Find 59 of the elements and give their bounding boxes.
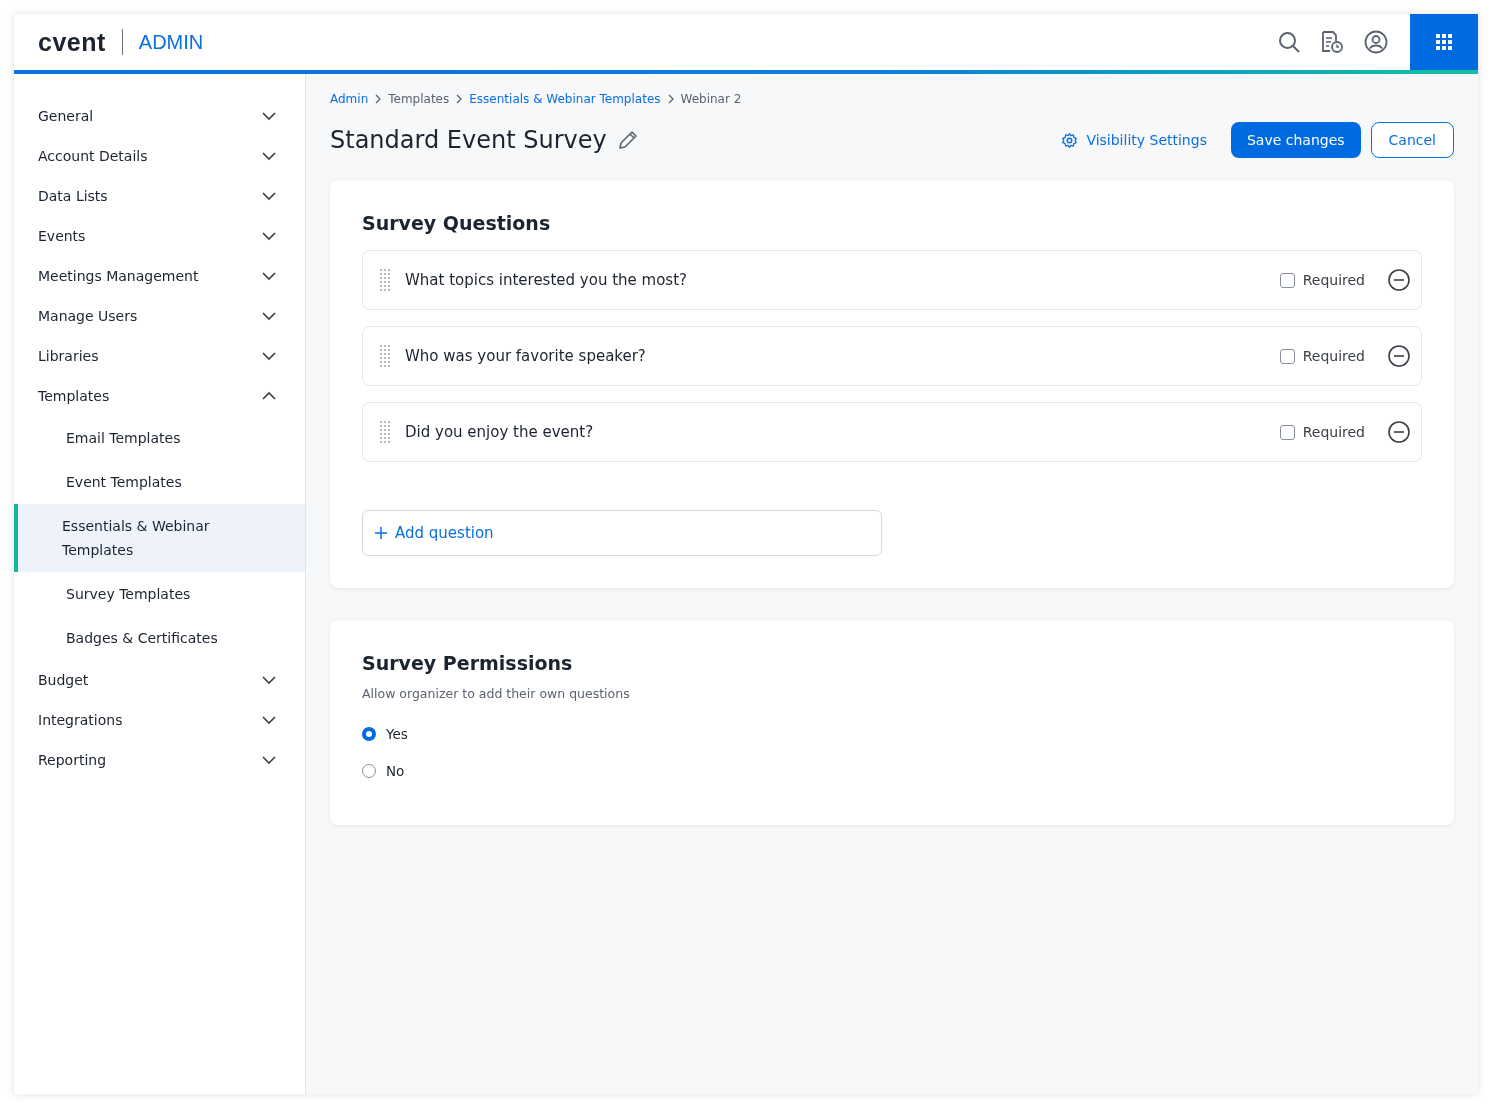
sidebar-item[interactable]: Data Lists xyxy=(14,176,305,216)
plus-icon xyxy=(375,527,387,539)
sidebar-subitem[interactable]: Survey Templates xyxy=(14,572,305,616)
sidebar-subitem[interactable]: Badges & Certificates xyxy=(14,616,305,660)
required-label: Required xyxy=(1302,348,1365,364)
breadcrumb-text: Templates xyxy=(388,92,450,106)
search-icon[interactable] xyxy=(1278,31,1300,53)
sidebar-subitem[interactable]: Essentials & Webinar Templates xyxy=(14,504,305,572)
user-icon[interactable] xyxy=(1364,30,1388,54)
document-clock-icon[interactable] xyxy=(1320,30,1344,54)
sidebar-subitem[interactable]: Event Templates xyxy=(14,460,305,504)
sidebar-item[interactable]: Events xyxy=(14,216,305,256)
drag-handle-icon[interactable] xyxy=(379,421,391,443)
sidebar-item[interactable]: Reporting xyxy=(14,740,305,780)
sidebar-item[interactable]: Templates xyxy=(14,376,305,416)
question-text: Did you enjoy the event? xyxy=(405,423,595,441)
remove-icon[interactable] xyxy=(1387,420,1411,444)
section-title: Survey Permissions xyxy=(362,652,574,674)
sidebar-item[interactable]: General xyxy=(14,96,305,136)
add-question-button[interactable]: Add question xyxy=(362,510,882,556)
question-label: Allow organizer to add their own questions xyxy=(362,686,631,701)
remove-icon[interactable] xyxy=(1387,344,1411,368)
sidebar-item[interactable]: Manage Users xyxy=(14,296,305,336)
sidebar-item[interactable]: Meetings Management xyxy=(14,256,305,296)
visibility-settings-button[interactable]: Visibility Settings xyxy=(1055,130,1213,150)
question-text: Who was your favorite speaker? xyxy=(405,347,647,365)
sidebar-item[interactable]: Integrations xyxy=(14,700,305,740)
breadcrumb-link[interactable]: Admin xyxy=(330,92,369,106)
grid-icon xyxy=(1436,34,1452,50)
required-checkbox[interactable] xyxy=(1279,348,1295,364)
chevron-right-icon xyxy=(455,94,464,104)
radio-button[interactable] xyxy=(362,726,376,741)
required-checkbox[interactable] xyxy=(1279,272,1295,288)
sidebar-item[interactable]: Account Details xyxy=(14,136,305,176)
breadcrumb-link[interactable]: Essentials & Webinar Templates xyxy=(469,92,661,106)
sidebar-item[interactable]: Libraries xyxy=(14,336,305,376)
question-text: What topics interested you the most? xyxy=(405,271,688,289)
app-grid-button[interactable] xyxy=(1410,14,1478,70)
required-label: Required xyxy=(1302,272,1365,288)
pencil-icon[interactable] xyxy=(616,129,639,151)
sidebar-subitem[interactable]: Email Templates xyxy=(14,416,305,460)
settings-icon xyxy=(1061,131,1079,149)
radio-label: No xyxy=(386,762,405,779)
breadcrumb-text: Webinar 2 xyxy=(680,92,742,106)
radio-label: Yes xyxy=(386,725,408,742)
chevron-right-icon xyxy=(666,94,675,104)
drag-handle-icon[interactable] xyxy=(379,269,391,291)
page-title: Standard Event Survey xyxy=(330,126,607,154)
logo: cvent xyxy=(38,27,106,57)
save-button[interactable]: Save changes xyxy=(1230,122,1361,158)
cancel-button[interactable]: Cancel xyxy=(1370,122,1454,158)
product-name: ADMIN xyxy=(138,30,204,54)
section-title: Survey Questions xyxy=(362,212,552,234)
drag-handle-icon[interactable] xyxy=(379,345,391,367)
required-label: Required xyxy=(1302,424,1365,440)
required-checkbox[interactable] xyxy=(1279,424,1295,440)
remove-icon[interactable] xyxy=(1387,268,1411,292)
chevron-right-icon xyxy=(374,94,383,104)
sidebar-item[interactable]: Budget xyxy=(14,660,305,700)
